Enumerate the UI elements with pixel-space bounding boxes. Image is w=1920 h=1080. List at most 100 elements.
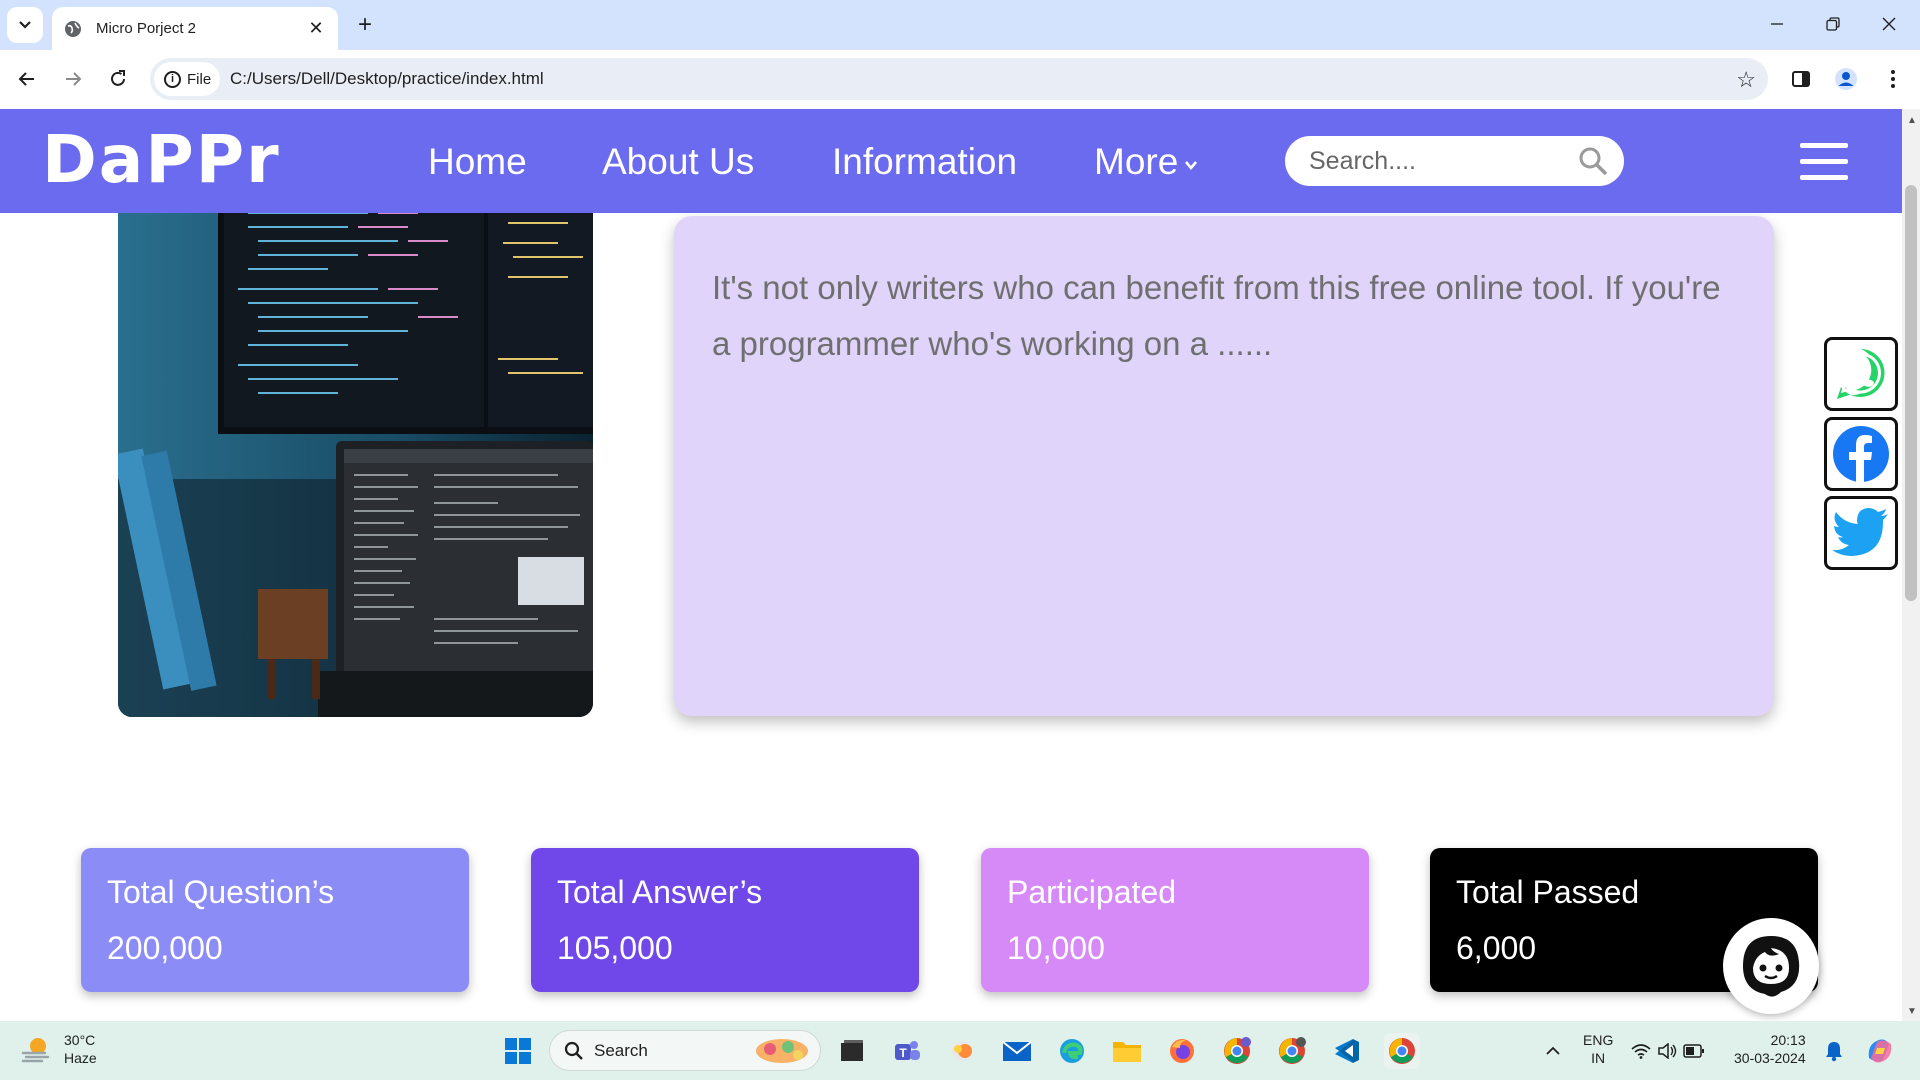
language-indicator[interactable]: ENG IN (1583, 1031, 1613, 1067)
region-code: IN (1591, 1050, 1606, 1066)
start-button[interactable] (500, 1033, 536, 1069)
chrome-profile-2-button[interactable] (1274, 1033, 1310, 1069)
edge-icon (1060, 1039, 1084, 1063)
minimize-button[interactable] (1760, 8, 1794, 40)
vscode-button[interactable] (1329, 1033, 1365, 1069)
colorful-app-icon (952, 1041, 972, 1061)
file-explorer-button[interactable] (1109, 1033, 1145, 1069)
site-info-chip[interactable]: i File (154, 62, 220, 96)
stat-value: 10,000 (1007, 930, 1105, 966)
teams-button[interactable]: T (889, 1033, 925, 1069)
close-window-button[interactable] (1872, 8, 1906, 40)
chatbot-face-icon (1743, 936, 1800, 997)
vscode-icon (1335, 1039, 1359, 1063)
show-hidden-icons-button[interactable] (1535, 1033, 1571, 1069)
page-scrollbar[interactable]: ▲ ▼ (1902, 109, 1920, 1021)
forward-button[interactable] (56, 62, 90, 96)
mail-button[interactable] (999, 1033, 1035, 1069)
taskbar-search[interactable]: Search (549, 1030, 821, 1071)
side-panel-button[interactable] (1784, 62, 1818, 96)
address-bar[interactable]: i File C:/Users/Dell/Desktop/practice/in… (150, 58, 1768, 100)
whatsapp-button[interactable] (1824, 337, 1898, 411)
nav-home[interactable]: Home (428, 141, 527, 183)
back-button[interactable] (10, 62, 44, 96)
facebook-icon (1833, 426, 1889, 482)
nav-about-us[interactable]: About Us (602, 141, 754, 183)
mail-icon (1002, 1041, 1032, 1061)
clock-time: 20:13 (1770, 1032, 1806, 1048)
scroll-down-icon[interactable]: ▼ (1907, 1006, 1917, 1017)
volume-icon (1658, 1043, 1677, 1059)
profile-button[interactable] (1829, 62, 1863, 96)
wifi-icon (1631, 1044, 1651, 1059)
close-icon (1882, 17, 1896, 31)
hamburger-menu-icon[interactable] (1800, 143, 1848, 181)
intro-card: It's not only writers who can benefit fr… (674, 216, 1774, 716)
notifications-button[interactable] (1816, 1033, 1852, 1069)
widget-app-button[interactable] (944, 1033, 980, 1069)
taskbar-search-label: Search (594, 1041, 648, 1060)
reload-icon (111, 70, 125, 86)
bell-icon (1826, 1042, 1842, 1062)
tab-close-icon[interactable]: ✕ (306, 18, 326, 39)
reload-button[interactable] (101, 62, 135, 96)
chrome-profile-1-button[interactable] (1219, 1033, 1255, 1069)
scrollbar-thumb[interactable] (1905, 185, 1917, 601)
hero-image (118, 179, 593, 717)
clock-date: 30-03-2024 (1734, 1050, 1806, 1066)
windows-taskbar: 30°C Haze Search T ENG IN 20:13 30-03-20… (0, 1021, 1920, 1080)
stat-label: Participated (1007, 874, 1176, 910)
copilot-icon (1868, 1039, 1892, 1063)
new-tab-button[interactable]: + (350, 10, 380, 40)
site-search-box (1285, 136, 1624, 186)
stat-card-participated: Participated 10,000 (981, 848, 1369, 992)
task-view-button[interactable] (834, 1033, 870, 1069)
browser-tab[interactable]: Micro Porject 2 ✕ (52, 7, 338, 50)
nav-information[interactable]: Information (832, 141, 1017, 183)
minimize-icon (1771, 23, 1783, 25)
facebook-button[interactable] (1824, 417, 1898, 491)
stat-label: Total Question’s (107, 874, 335, 910)
profile-icon (1835, 68, 1857, 90)
copilot-button[interactable] (1862, 1033, 1898, 1069)
tab-title: Micro Porject 2 (96, 20, 197, 37)
quick-settings-button[interactable] (1628, 1033, 1708, 1069)
chevron-down-icon (1185, 161, 1198, 171)
chrome-active-button[interactable] (1384, 1033, 1420, 1069)
windows-start-icon (505, 1038, 531, 1064)
tab-search-button[interactable] (7, 7, 43, 43)
firefox-icon (1170, 1039, 1194, 1063)
weather-widget[interactable]: 30°C Haze (20, 1031, 97, 1067)
browser-toolbar: i File C:/Users/Dell/Desktop/practice/in… (0, 50, 1920, 109)
search-highlight-icon (756, 1039, 808, 1063)
weather-temp: 30°C (64, 1032, 96, 1048)
scroll-up-icon[interactable]: ▲ (1907, 115, 1917, 126)
menu-button[interactable] (1876, 62, 1910, 96)
site-logo[interactable]: DaPPr (42, 125, 281, 195)
stat-value: 200,000 (107, 930, 223, 966)
stat-label: Total Answer’s (557, 874, 763, 910)
edge-button[interactable] (1054, 1033, 1090, 1069)
intro-text: It's not only writers who can benefit fr… (712, 269, 1721, 362)
search-icon (564, 1041, 583, 1060)
bookmark-star-icon[interactable]: ☆ (1736, 67, 1756, 93)
more-vertical-icon (1891, 70, 1895, 88)
restore-button[interactable] (1816, 8, 1850, 40)
globe-icon (65, 20, 81, 37)
chatbot-button[interactable] (1723, 918, 1819, 1014)
url-text[interactable]: C:/Users/Dell/Desktop/practice/index.htm… (230, 69, 544, 89)
twitter-button[interactable] (1824, 496, 1898, 570)
whatsapp-icon (1837, 349, 1885, 399)
site-search-input[interactable] (1309, 145, 1559, 177)
nav-more-label: More (1094, 141, 1179, 182)
chrome-icon (1389, 1038, 1415, 1064)
clock[interactable]: 20:13 30-03-2024 (1734, 1031, 1806, 1067)
info-icon: i (164, 70, 181, 88)
search-icon[interactable] (1578, 146, 1608, 176)
nav-more[interactable]: More (1094, 141, 1198, 183)
chevron-up-icon (1546, 1046, 1560, 1055)
firefox-button[interactable] (1164, 1033, 1200, 1069)
file-chip-label: File (187, 70, 212, 88)
chevron-down-icon (19, 21, 31, 29)
stat-card-answers: Total Answer’s 105,000 (531, 848, 919, 992)
